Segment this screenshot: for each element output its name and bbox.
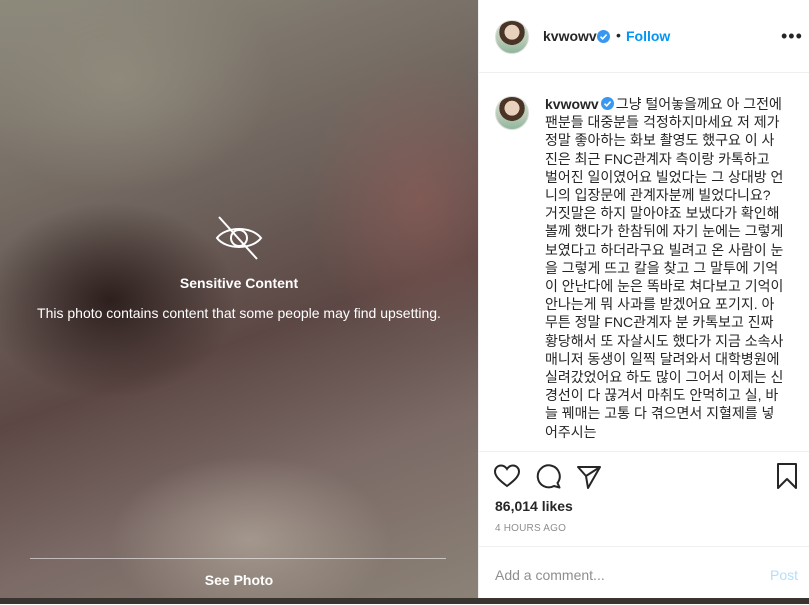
caption: kvwowv 그냥 털어놓을께요 아 그전에 팬분들 대중분들 걱정하지마세요 저… [545, 95, 785, 441]
caption-avatar[interactable] [495, 96, 529, 130]
header-username[interactable]: kvwowv [543, 28, 597, 44]
timestamp[interactable]: 4 HOURS AGO [495, 523, 566, 534]
sensitive-content-description: This photo contains content that some pe… [37, 305, 441, 321]
caption-area: kvwowv 그냥 털어놓을께요 아 그전에 팬분들 대중분들 걱정하지마세요 저… [479, 73, 809, 452]
more-options-button[interactable]: ••• [781, 26, 803, 47]
post-button[interactable]: Post [770, 567, 798, 583]
comment-input[interactable] [495, 567, 745, 583]
avatar[interactable] [495, 20, 529, 54]
follow-button[interactable]: Follow [626, 28, 670, 44]
bookmark-icon[interactable] [773, 462, 801, 490]
divider [30, 558, 446, 559]
comment-bar: Post [479, 546, 809, 605]
comment-icon[interactable] [534, 462, 562, 490]
eye-slash-icon [215, 216, 263, 260]
post-header: kvwowv • Follow ••• [479, 0, 809, 73]
media-panel: Sensitive Content This photo contains co… [0, 0, 478, 604]
paper-plane-icon[interactable] [575, 462, 603, 490]
see-photo-button[interactable]: See Photo [0, 572, 478, 588]
action-bar [479, 452, 809, 492]
bottom-strip [0, 598, 809, 604]
separator-dot: • [616, 27, 621, 43]
post-details-panel: kvwowv • Follow ••• kvwowv 그냥 털어놓을께요 아 그전… [478, 0, 809, 604]
heart-icon[interactable] [493, 462, 521, 490]
sensitive-content-title: Sensitive Content [179, 275, 299, 291]
caption-username[interactable]: kvwowv [545, 96, 599, 112]
verified-badge-icon [600, 97, 614, 110]
caption-text: 그냥 털어놓을께요 아 그전에 팬분들 대중분들 걱정하지마세요 저 제가 정말… [545, 96, 784, 440]
likes-count[interactable]: 86,014 likes [495, 498, 573, 514]
verified-badge-icon [597, 30, 610, 43]
